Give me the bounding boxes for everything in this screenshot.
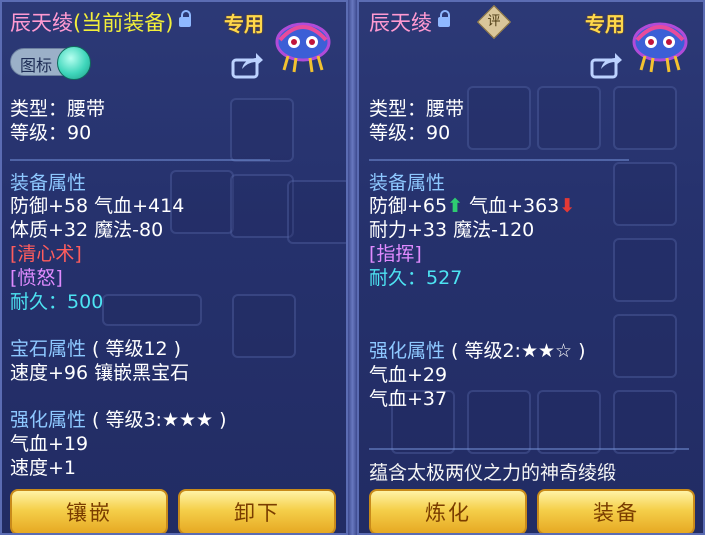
durability-line: 耐久：527 xyxy=(369,267,462,289)
compare-item-panel: 辰天绫 专用 类型：腰带 等级：90 装备属性 防御+65⬆ 气血+363⬇ 耐… xyxy=(357,0,705,535)
equip-attr-heading: 装备属性 xyxy=(10,172,87,194)
item-title: 辰天绫 xyxy=(369,10,450,35)
attr-line: 体质+32 魔法-80 xyxy=(10,219,164,241)
divider xyxy=(10,159,270,161)
icon-toggle[interactable]: 图标 xyxy=(10,46,91,80)
lock-icon xyxy=(438,10,450,27)
bg-slot xyxy=(613,314,677,378)
bg-slot xyxy=(230,98,294,162)
hp-value: 气血+363 xyxy=(469,195,560,217)
enhance-line: 气血+19 xyxy=(10,433,89,455)
bg-slot xyxy=(232,294,296,358)
durability-value: 527 xyxy=(426,267,463,289)
exclusive-badge: 专用 xyxy=(585,12,625,36)
enhance-line-heading: 强化属性( 等级2:★★☆ ) xyxy=(369,340,586,362)
enhance-heading: 强化属性 xyxy=(369,340,446,362)
item-mask-icon xyxy=(275,22,331,73)
bg-slot xyxy=(537,390,601,454)
rating-badge-label: 评 xyxy=(487,14,501,29)
refine-button[interactable]: 炼化 xyxy=(369,489,527,533)
bg-slot xyxy=(613,162,677,226)
bg-slot xyxy=(613,390,677,454)
gem-line-heading: 宝石属性( 等级12 ) xyxy=(10,338,181,360)
inlay-button[interactable]: 镶嵌 xyxy=(10,489,168,533)
bg-slot xyxy=(230,174,294,238)
durability-line: 耐久：500 xyxy=(10,291,103,313)
toggle-knob xyxy=(57,46,91,80)
enhance-line: 速度+1 xyxy=(10,457,77,479)
enhance-heading: 强化属性 xyxy=(10,409,87,431)
share-icon[interactable] xyxy=(230,50,264,80)
panel-divider xyxy=(348,0,357,535)
icon-toggle-label: 图标 xyxy=(20,56,53,75)
gem-level: ( 等级12 ) xyxy=(92,338,182,360)
item-description: 蕴含太极两仪之力的神奇绫缎 xyxy=(369,462,617,484)
attr-line: 防御+65⬆ 气血+363⬇ xyxy=(369,195,575,217)
item-mask-icon xyxy=(632,22,688,73)
item-name: 辰天绫 xyxy=(369,11,432,35)
enhance-level: ( 等级3:★★★ ) xyxy=(92,409,227,431)
bg-slot xyxy=(102,294,202,326)
divider xyxy=(369,448,689,450)
unequip-button[interactable]: 卸下 xyxy=(178,489,336,533)
item-title: 辰天绫(当前装备) xyxy=(10,10,192,35)
enhance-level: ( 等级2:★★☆ ) xyxy=(451,340,586,362)
durability-label: 耐久： xyxy=(10,291,68,313)
bg-slot xyxy=(467,390,531,454)
arrow-down-icon: ⬇ xyxy=(559,195,576,217)
skill-tag: [清心术] xyxy=(10,243,82,265)
skill-tag: [指挥] xyxy=(369,243,422,265)
bg-slot xyxy=(613,86,677,150)
type-line: 类型：腰带 xyxy=(369,98,465,120)
attr-line: 耐力+33 魔法-120 xyxy=(369,219,535,241)
attr-line: 防御+58 气血+414 xyxy=(10,195,185,217)
bg-slot xyxy=(467,86,531,150)
gem-line: 速度+96 镶嵌黑宝石 xyxy=(10,362,190,384)
enhance-line-heading: 强化属性( 等级3:★★★ ) xyxy=(10,409,227,431)
arrow-up-icon: ⬆ xyxy=(447,195,464,217)
equip-button[interactable]: 装备 xyxy=(537,489,695,533)
durability-label: 耐久： xyxy=(369,267,427,289)
item-name: 辰天绫 xyxy=(10,11,73,35)
defense-value: 防御+65 xyxy=(369,195,448,217)
bg-slot xyxy=(537,86,601,150)
exclusive-badge: 专用 xyxy=(224,12,264,36)
skill-tag: [愤怒] xyxy=(10,267,63,289)
type-line: 类型：腰带 xyxy=(10,98,106,120)
equip-attr-heading: 装备属性 xyxy=(369,172,446,194)
current-item-panel: 辰天绫(当前装备) 专用 图标 类型：腰带 等级：90 装备属性 防御+58 气… xyxy=(0,0,348,535)
bg-slot xyxy=(287,180,346,244)
divider xyxy=(369,159,629,161)
durability-value: 500 xyxy=(67,291,104,313)
bg-slot xyxy=(613,238,677,302)
level-line: 等级：90 xyxy=(369,122,451,144)
equipped-tag: (当前装备) xyxy=(73,11,174,35)
share-icon[interactable] xyxy=(589,50,623,80)
enhance-line: 气血+29 xyxy=(369,364,448,386)
gem-heading: 宝石属性 xyxy=(10,338,87,360)
level-line: 等级：90 xyxy=(10,122,92,144)
lock-icon xyxy=(179,10,192,27)
enhance-line: 气血+37 xyxy=(369,388,448,410)
